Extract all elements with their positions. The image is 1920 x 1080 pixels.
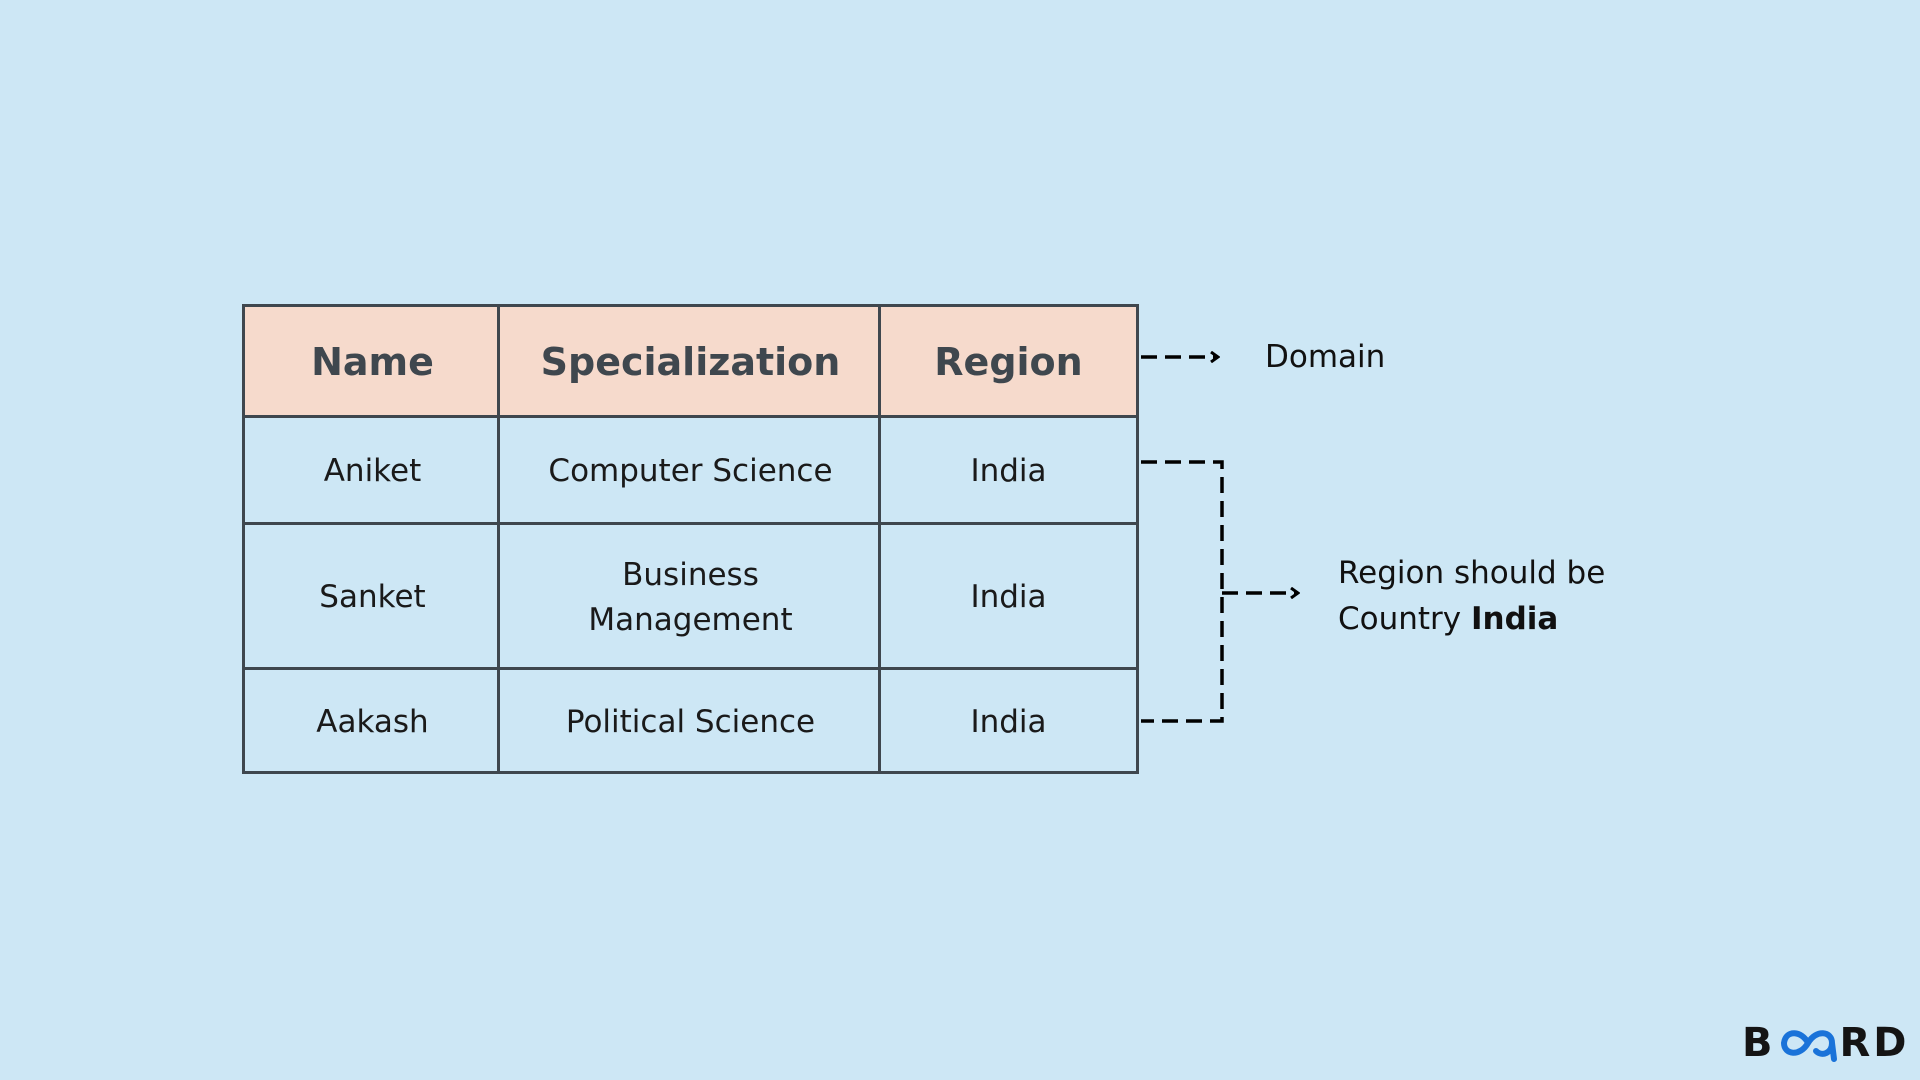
region-note-prefix: Country (1338, 601, 1462, 637)
infinity-icon (1780, 1030, 1837, 1062)
logo-text-right: RD (1839, 1020, 1910, 1066)
connector-lines (1141, 0, 1920, 723)
brand-logo: B RD (1742, 1020, 1910, 1066)
region-note-line2: Country India (1338, 596, 1605, 642)
region-note-line1: Region should be (1338, 555, 1606, 591)
logo-text-left: B (1742, 1020, 1776, 1066)
region-note-country: India (1471, 601, 1559, 637)
region-note: Region should be Country India (1338, 550, 1605, 642)
region-bracket (1141, 460, 1224, 723)
domain-label: Domain (1265, 339, 1386, 375)
